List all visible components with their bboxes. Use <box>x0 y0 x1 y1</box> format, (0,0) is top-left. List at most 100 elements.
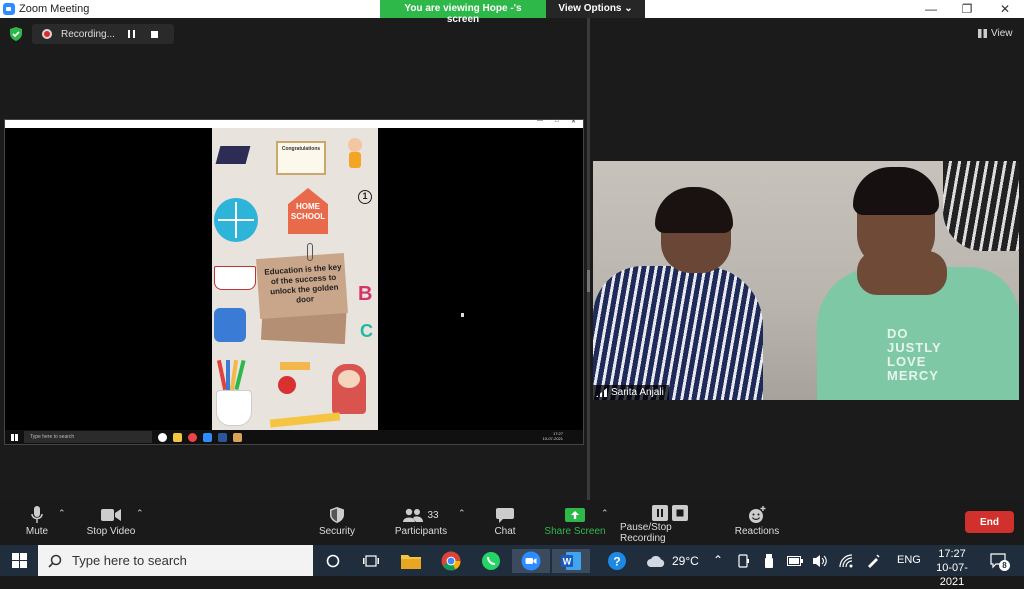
mouse-cursor-icon <box>461 313 464 317</box>
encryption-shield-icon[interactable] <box>9 27 23 41</box>
shared-close-icon: ✕ <box>571 119 577 125</box>
security-label: Security <box>318 526 356 537</box>
restore-button[interactable]: ❐ <box>950 0 984 18</box>
chat-button[interactable]: Chat <box>490 504 520 544</box>
shared-taskbar-search: Type here to search <box>24 431 152 443</box>
pencil-pot-icon <box>216 390 252 426</box>
viewing-screen-label: You are viewing Hope -'s screen <box>380 0 546 25</box>
recording-dot-icon <box>42 29 52 39</box>
stop-icon <box>672 505 688 521</box>
view-button[interactable]: View <box>972 24 1018 42</box>
certificate-image: Congratulations <box>276 141 326 175</box>
weather-icon[interactable] <box>642 549 670 573</box>
volume-icon[interactable] <box>810 549 832 573</box>
letter-b-block: B <box>358 283 373 305</box>
participant-video[interactable]: DO JUSTLY LOVE MERCY Sarita Anjali <box>593 161 1019 400</box>
share-screen-button[interactable]: Share Screen <box>544 504 606 544</box>
svg-text:?: ? <box>613 555 620 569</box>
share-options-caret[interactable]: ⌃ <box>601 508 609 519</box>
help-icon: ? <box>608 552 626 570</box>
notifications-button[interactable]: 8 <box>986 549 1012 573</box>
word-button[interactable]: W <box>552 549 590 573</box>
presentation-slide: Congratulations 1 HOME SCHOOL Education … <box>212 128 378 430</box>
title-bar: Zoom Meeting You are viewing Hope -'s sc… <box>0 0 1024 25</box>
start-button[interactable] <box>0 545 38 576</box>
shared-word-icon <box>218 432 227 442</box>
minimize-icon: — <box>925 2 937 16</box>
girl-illustration <box>332 364 366 414</box>
security-button[interactable]: Security <box>316 504 358 544</box>
zoom-window: Zoom Meeting You are viewing Hope -'s sc… <box>0 0 1024 545</box>
shared-clock: 17:27 10-07-2021 <box>543 431 563 441</box>
search-icon <box>48 554 62 568</box>
weather-temperature[interactable]: 29°C <box>672 554 699 568</box>
taskbar-clock[interactable]: 17:27 10-07-2021 <box>926 547 978 589</box>
pen-workspace-icon[interactable] <box>862 549 884 573</box>
number-badge: 1 <box>358 190 372 204</box>
pencil-icon <box>269 412 341 428</box>
pause-recording-icon[interactable] <box>128 30 135 38</box>
share-screen-icon <box>565 508 585 522</box>
stop-video-button[interactable]: Stop Video <box>82 504 140 544</box>
audio-options-caret[interactable]: ⌃ <box>58 508 66 519</box>
zoom-taskbar-button[interactable] <box>512 549 550 573</box>
recording-label: Recording... <box>61 28 115 40</box>
close-icon: ✕ <box>999 2 1011 16</box>
participant-name: Sarita Anjali <box>611 387 664 398</box>
view-button-label: View <box>991 27 1013 39</box>
pause-stop-recording-button[interactable]: Pause/Stop Recording <box>620 504 720 544</box>
shared-cortana-icon <box>158 432 167 442</box>
participants-label: Participants <box>394 526 448 537</box>
taskbar-time: 17:27 <box>938 548 966 560</box>
zoom-icon <box>521 551 541 571</box>
pause-stop-recording-label: Pause/Stop Recording <box>620 522 672 544</box>
help-button[interactable]: ? <box>598 549 636 573</box>
notification-count: 8 <box>999 560 1010 571</box>
participant-left <box>593 187 763 400</box>
shared-app-icon <box>233 432 242 442</box>
file-explorer-button[interactable] <box>392 549 430 573</box>
open-book-icon <box>214 266 256 290</box>
battery-icon[interactable] <box>784 549 806 573</box>
video-options-caret[interactable]: ⌃ <box>136 508 144 519</box>
tray-app-icon[interactable] <box>733 549 755 573</box>
participants-button[interactable]: 33 Participants <box>394 504 448 544</box>
view-options-button[interactable]: View Options ⌄ <box>546 0 645 18</box>
end-meeting-button[interactable]: End <box>965 511 1014 533</box>
task-view-button[interactable] <box>352 549 390 573</box>
input-language[interactable]: ENG <box>897 554 921 566</box>
close-button[interactable]: ✕ <box>988 0 1022 18</box>
chrome-button[interactable] <box>432 549 470 573</box>
restore-icon: ❐ <box>961 2 973 16</box>
letter-c-block: C <box>360 321 373 341</box>
shirt-text: DO JUSTLY LOVE MERCY <box>887 326 942 383</box>
participant-right: DO JUSTLY LOVE MERCY <box>817 167 1019 400</box>
windows-logo-icon <box>11 553 27 568</box>
participant-name-tag: Sarita Anjali <box>593 385 669 400</box>
whatsapp-icon <box>482 552 500 570</box>
meeting-toolbar: Mute ⌃ Stop Video ⌃ Security 33 Particip… <box>0 500 1024 545</box>
whatsapp-button[interactable] <box>472 549 510 573</box>
show-hidden-icons-caret[interactable]: ⌃ <box>713 553 723 567</box>
home-school-house: HOME SCHOOL <box>288 188 328 234</box>
panel-divider[interactable] <box>587 18 590 500</box>
svg-text:W: W <box>563 557 572 567</box>
mute-button[interactable]: Mute <box>20 504 54 544</box>
taskbar-search-box[interactable]: Type here to search <box>38 545 313 576</box>
stop-recording-icon[interactable] <box>151 30 158 38</box>
minimize-button[interactable]: — <box>914 0 948 18</box>
mute-label: Mute <box>25 526 49 537</box>
participants-options-caret[interactable]: ⌃ <box>458 508 466 519</box>
taskbar-search-placeholder: Type here to search <box>72 553 187 568</box>
reactions-button[interactable]: Reactions <box>735 504 779 544</box>
shared-minimize-icon: — <box>537 118 543 124</box>
zoom-app-icon <box>3 3 15 15</box>
shared-windows-icon <box>11 433 18 441</box>
usb-drive-icon[interactable] <box>758 549 780 573</box>
cortana-button[interactable] <box>314 549 352 573</box>
windows-taskbar: Type here to search W ? 29°C ⌃ ENG 17:27… <box>0 545 1024 588</box>
ruler-icon <box>280 362 310 370</box>
shared-explorer-icon <box>173 432 182 442</box>
recording-indicator: Recording... <box>32 24 174 44</box>
wifi-icon[interactable] <box>836 549 858 573</box>
